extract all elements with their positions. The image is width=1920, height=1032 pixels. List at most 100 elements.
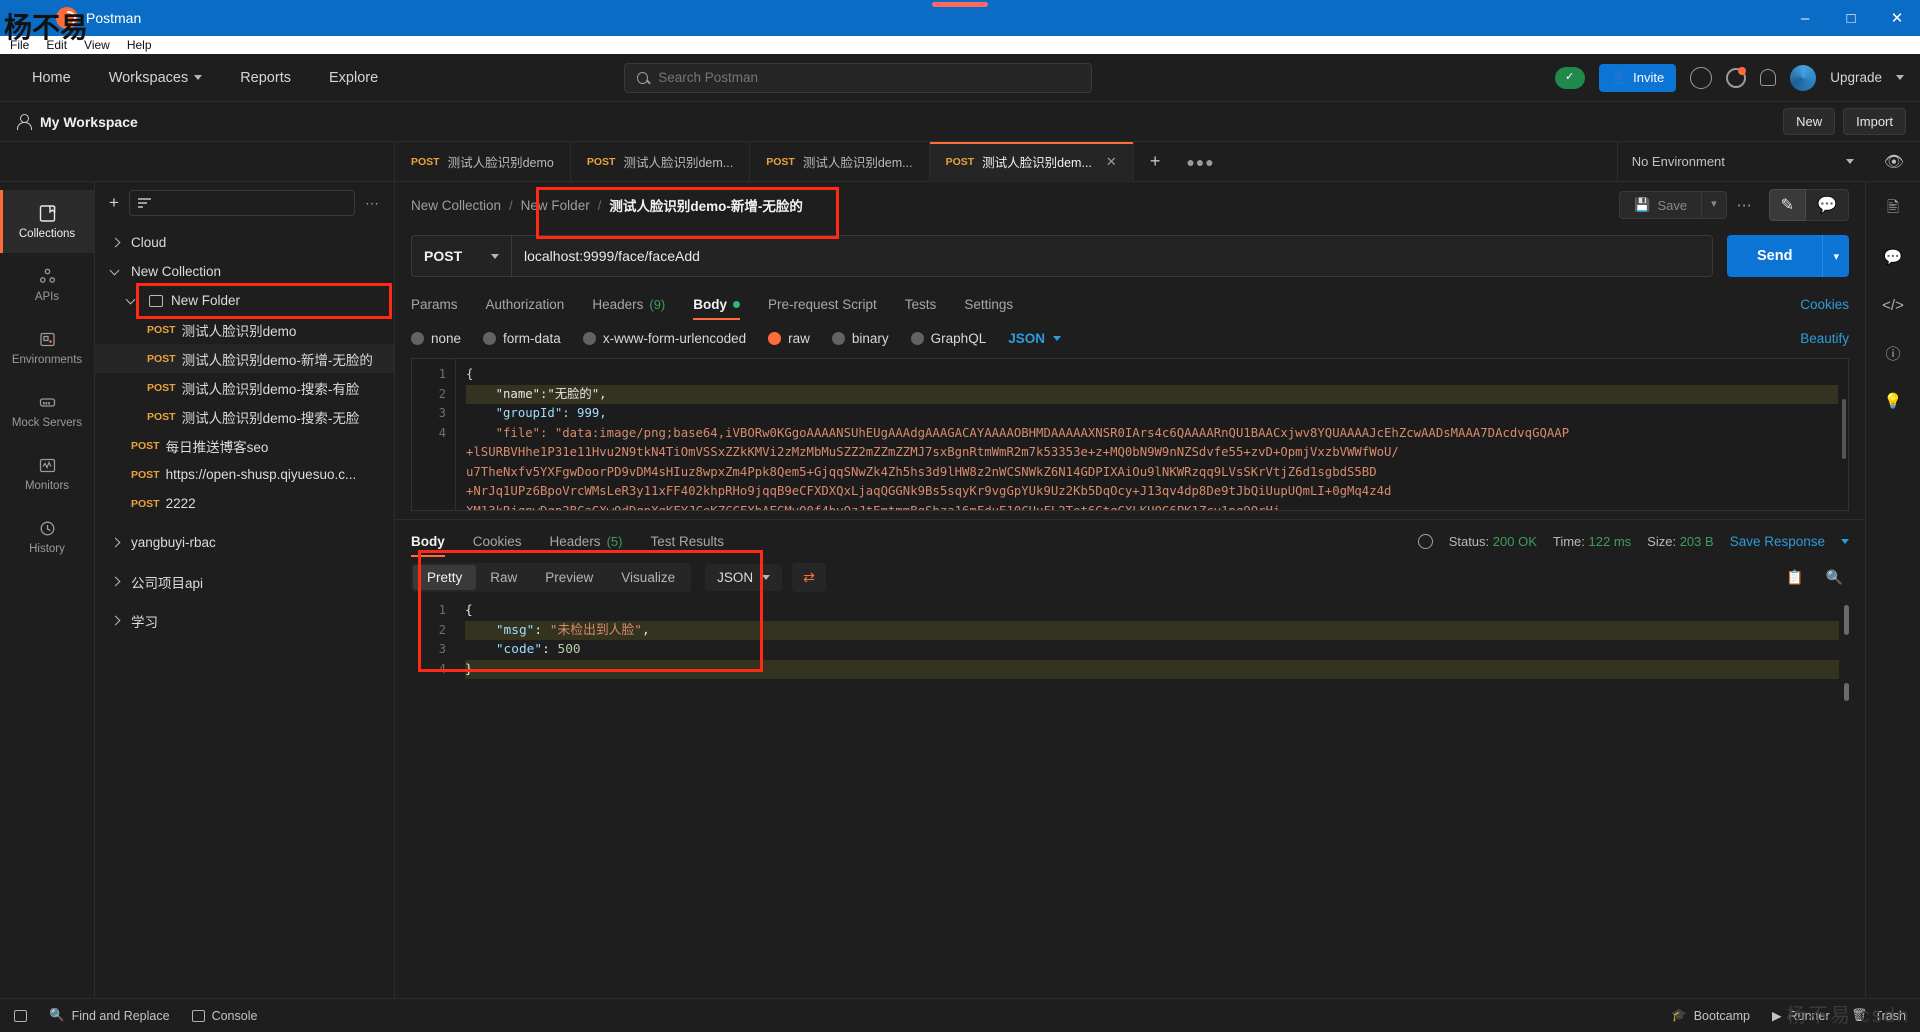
edit-icon[interactable]: ✎ — [1768, 189, 1807, 221]
find-and-replace-button[interactable]: 🔍 Find and Replace — [49, 1008, 170, 1023]
maximize-button[interactable]: □ — [1828, 0, 1874, 36]
sidebar-item-history[interactable]: History — [0, 505, 94, 568]
url-input[interactable]: localhost:9999/face/faceAdd — [511, 235, 1714, 277]
avatar[interactable] — [1790, 64, 1817, 91]
cookies-link[interactable]: Cookies — [1800, 297, 1849, 320]
body-type-binary[interactable]: binary — [831, 331, 889, 346]
breadcrumb-folder[interactable]: New Folder — [521, 198, 590, 213]
body-type-graphql[interactable]: GraphQL — [910, 331, 986, 346]
tree-item-request[interactable]: POST 2222 — [95, 489, 394, 518]
tab-tests[interactable]: Tests — [905, 297, 937, 320]
comments-icon[interactable]: 💬 — [1882, 246, 1904, 268]
tab-settings[interactable]: Settings — [964, 297, 1013, 320]
upgrade-chevron-down-icon[interactable] — [1896, 75, 1904, 80]
tree-item-company-api[interactable]: 公司项目api — [95, 567, 394, 596]
send-options-button[interactable]: ▾ — [1822, 235, 1849, 277]
tab-params[interactable]: Params — [411, 297, 458, 320]
save-button[interactable]: 💾 Save — [1619, 191, 1703, 219]
body-type-urlencoded[interactable]: x-www-form-urlencoded — [582, 331, 746, 346]
search-input[interactable] — [658, 70, 1079, 85]
tree-item-request[interactable]: POST 每日推送博客seo — [95, 431, 394, 460]
code-snippet-icon[interactable]: </> — [1882, 294, 1904, 316]
tree-item-cloud[interactable]: Cloud — [95, 228, 394, 257]
chevron-right-icon[interactable] — [109, 236, 123, 250]
tab-pre-request-script[interactable]: Pre-request Script — [768, 297, 877, 320]
nav-reports[interactable]: Reports — [226, 64, 305, 92]
invite-button[interactable]: 👤 Invite — [1598, 63, 1677, 92]
editor-scrollbar[interactable] — [1842, 399, 1846, 459]
sync-status-icon[interactable] — [1554, 66, 1585, 89]
sidebar-item-apis[interactable]: APIs — [0, 253, 94, 316]
nav-workspaces[interactable]: Workspaces — [95, 64, 217, 92]
chevron-right-icon[interactable] — [109, 614, 123, 628]
view-raw[interactable]: Raw — [476, 565, 531, 590]
response-tab-body[interactable]: Body — [411, 534, 445, 557]
bootcamp-button[interactable]: 🎓 Bootcamp — [1671, 1008, 1750, 1023]
tree-item-new-folder[interactable]: New Folder — [95, 286, 394, 315]
send-button[interactable]: Send — [1727, 235, 1823, 277]
tree-item-request[interactable]: POST 测试人脸识别demo-搜索-无脸 — [95, 402, 394, 431]
request-tab-active[interactable]: POST 测试人脸识别dem... ✕ — [929, 142, 1134, 181]
save-response-button[interactable]: Save Response — [1730, 534, 1825, 549]
close-icon[interactable]: ✕ — [1106, 154, 1117, 170]
raw-format-selector[interactable]: JSON — [1008, 331, 1061, 346]
lightbulb-icon[interactable]: 💡 — [1882, 390, 1904, 412]
sidebar-item-mock-servers[interactable]: Mock Servers — [0, 379, 94, 442]
tree-item-request[interactable]: POST 测试人脸识别demo — [95, 315, 394, 344]
body-type-form-data[interactable]: form-data — [483, 331, 561, 346]
chevron-down-icon[interactable] — [1841, 539, 1849, 544]
response-body[interactable]: 1 2 3 4 { "msg": "未检出到人脸", "code": 500 } — [411, 597, 1849, 998]
view-pretty[interactable]: Pretty — [413, 564, 477, 590]
notifications-bell-icon[interactable] — [1760, 69, 1777, 86]
nav-explore[interactable]: Explore — [315, 64, 392, 92]
body-type-raw[interactable]: raw — [768, 331, 810, 346]
view-preview[interactable]: Preview — [531, 565, 607, 590]
filter-input[interactable] — [128, 190, 355, 216]
search-box[interactable] — [623, 62, 1092, 93]
tree-item-request[interactable]: POST https://open-shusp.qiyuesuo.c... — [95, 460, 394, 489]
chevron-right-icon[interactable] — [109, 575, 123, 589]
menu-item-help[interactable]: Help — [127, 38, 152, 52]
chevron-right-icon[interactable] — [109, 536, 123, 550]
chevron-down-icon[interactable] — [125, 294, 139, 308]
add-collection-button[interactable]: + — [109, 193, 119, 213]
collections-more-button[interactable]: ⋯ — [365, 195, 380, 212]
environment-selector[interactable]: No Environment — [1618, 142, 1868, 181]
chevron-down-icon[interactable] — [109, 265, 123, 279]
sidebar-item-collections[interactable]: Collections — [0, 190, 94, 253]
response-tab-cookies[interactable]: Cookies — [473, 534, 522, 557]
copy-icon[interactable]: 📋 — [1786, 569, 1803, 586]
response-format-selector[interactable]: JSON — [705, 563, 783, 591]
gear-icon[interactable] — [1726, 66, 1747, 88]
import-button[interactable]: Import — [1843, 108, 1906, 135]
documentation-icon[interactable]: 🖹 — [1882, 198, 1904, 220]
minimize-button[interactable]: – — [1782, 0, 1828, 36]
view-visualize[interactable]: Visualize — [607, 565, 689, 590]
tree-item-new-collection[interactable]: New Collection — [95, 257, 394, 286]
response-tab-test-results[interactable]: Test Results — [650, 534, 724, 557]
sidebar-toggle-icon[interactable] — [14, 1009, 27, 1022]
console-button[interactable]: Console — [191, 1009, 257, 1023]
tree-item-yangbuyi-rbac[interactable]: yangbuyi-rbac — [95, 528, 394, 557]
tab-body[interactable]: Body — [693, 297, 740, 320]
comment-icon[interactable]: 💬 — [1806, 189, 1849, 221]
tab-overflow-button[interactable]: ●●● — [1176, 142, 1224, 181]
info-icon[interactable]: ⓘ — [1882, 342, 1904, 364]
tree-item-request[interactable]: POST 测试人脸识别demo-搜索-有脸 — [95, 373, 394, 402]
sidebar-item-environments[interactable]: Environments — [0, 316, 94, 379]
sidebar-item-monitors[interactable]: Monitors — [0, 442, 94, 505]
upgrade-label[interactable]: Upgrade — [1830, 70, 1882, 85]
environment-quick-look-icon[interactable]: 👁 — [1868, 142, 1920, 181]
editor-content[interactable]: { "name":"无脸的", "groupId": 999, "file": … — [456, 359, 1848, 510]
body-type-none[interactable]: none — [411, 331, 461, 346]
tab-authorization[interactable]: Authorization — [486, 297, 565, 320]
breadcrumb-collection[interactable]: New Collection — [411, 198, 501, 213]
tree-item-request-selected[interactable]: POST 测试人脸识别demo-新增-无脸的 — [95, 344, 394, 373]
request-body-editor[interactable]: 1 2 3 4 { "name":"无脸的", "groupId": 999, … — [411, 358, 1849, 511]
request-tab[interactable]: POST 测试人脸识别demo — [395, 142, 571, 181]
sync-icon[interactable] — [1690, 66, 1713, 89]
wrap-lines-icon[interactable]: ⇄ — [792, 562, 826, 592]
response-tab-headers[interactable]: Headers (5) — [550, 534, 623, 557]
request-more-button[interactable]: ⋯ — [1737, 196, 1753, 214]
response-scrollbar[interactable] — [1844, 605, 1849, 635]
